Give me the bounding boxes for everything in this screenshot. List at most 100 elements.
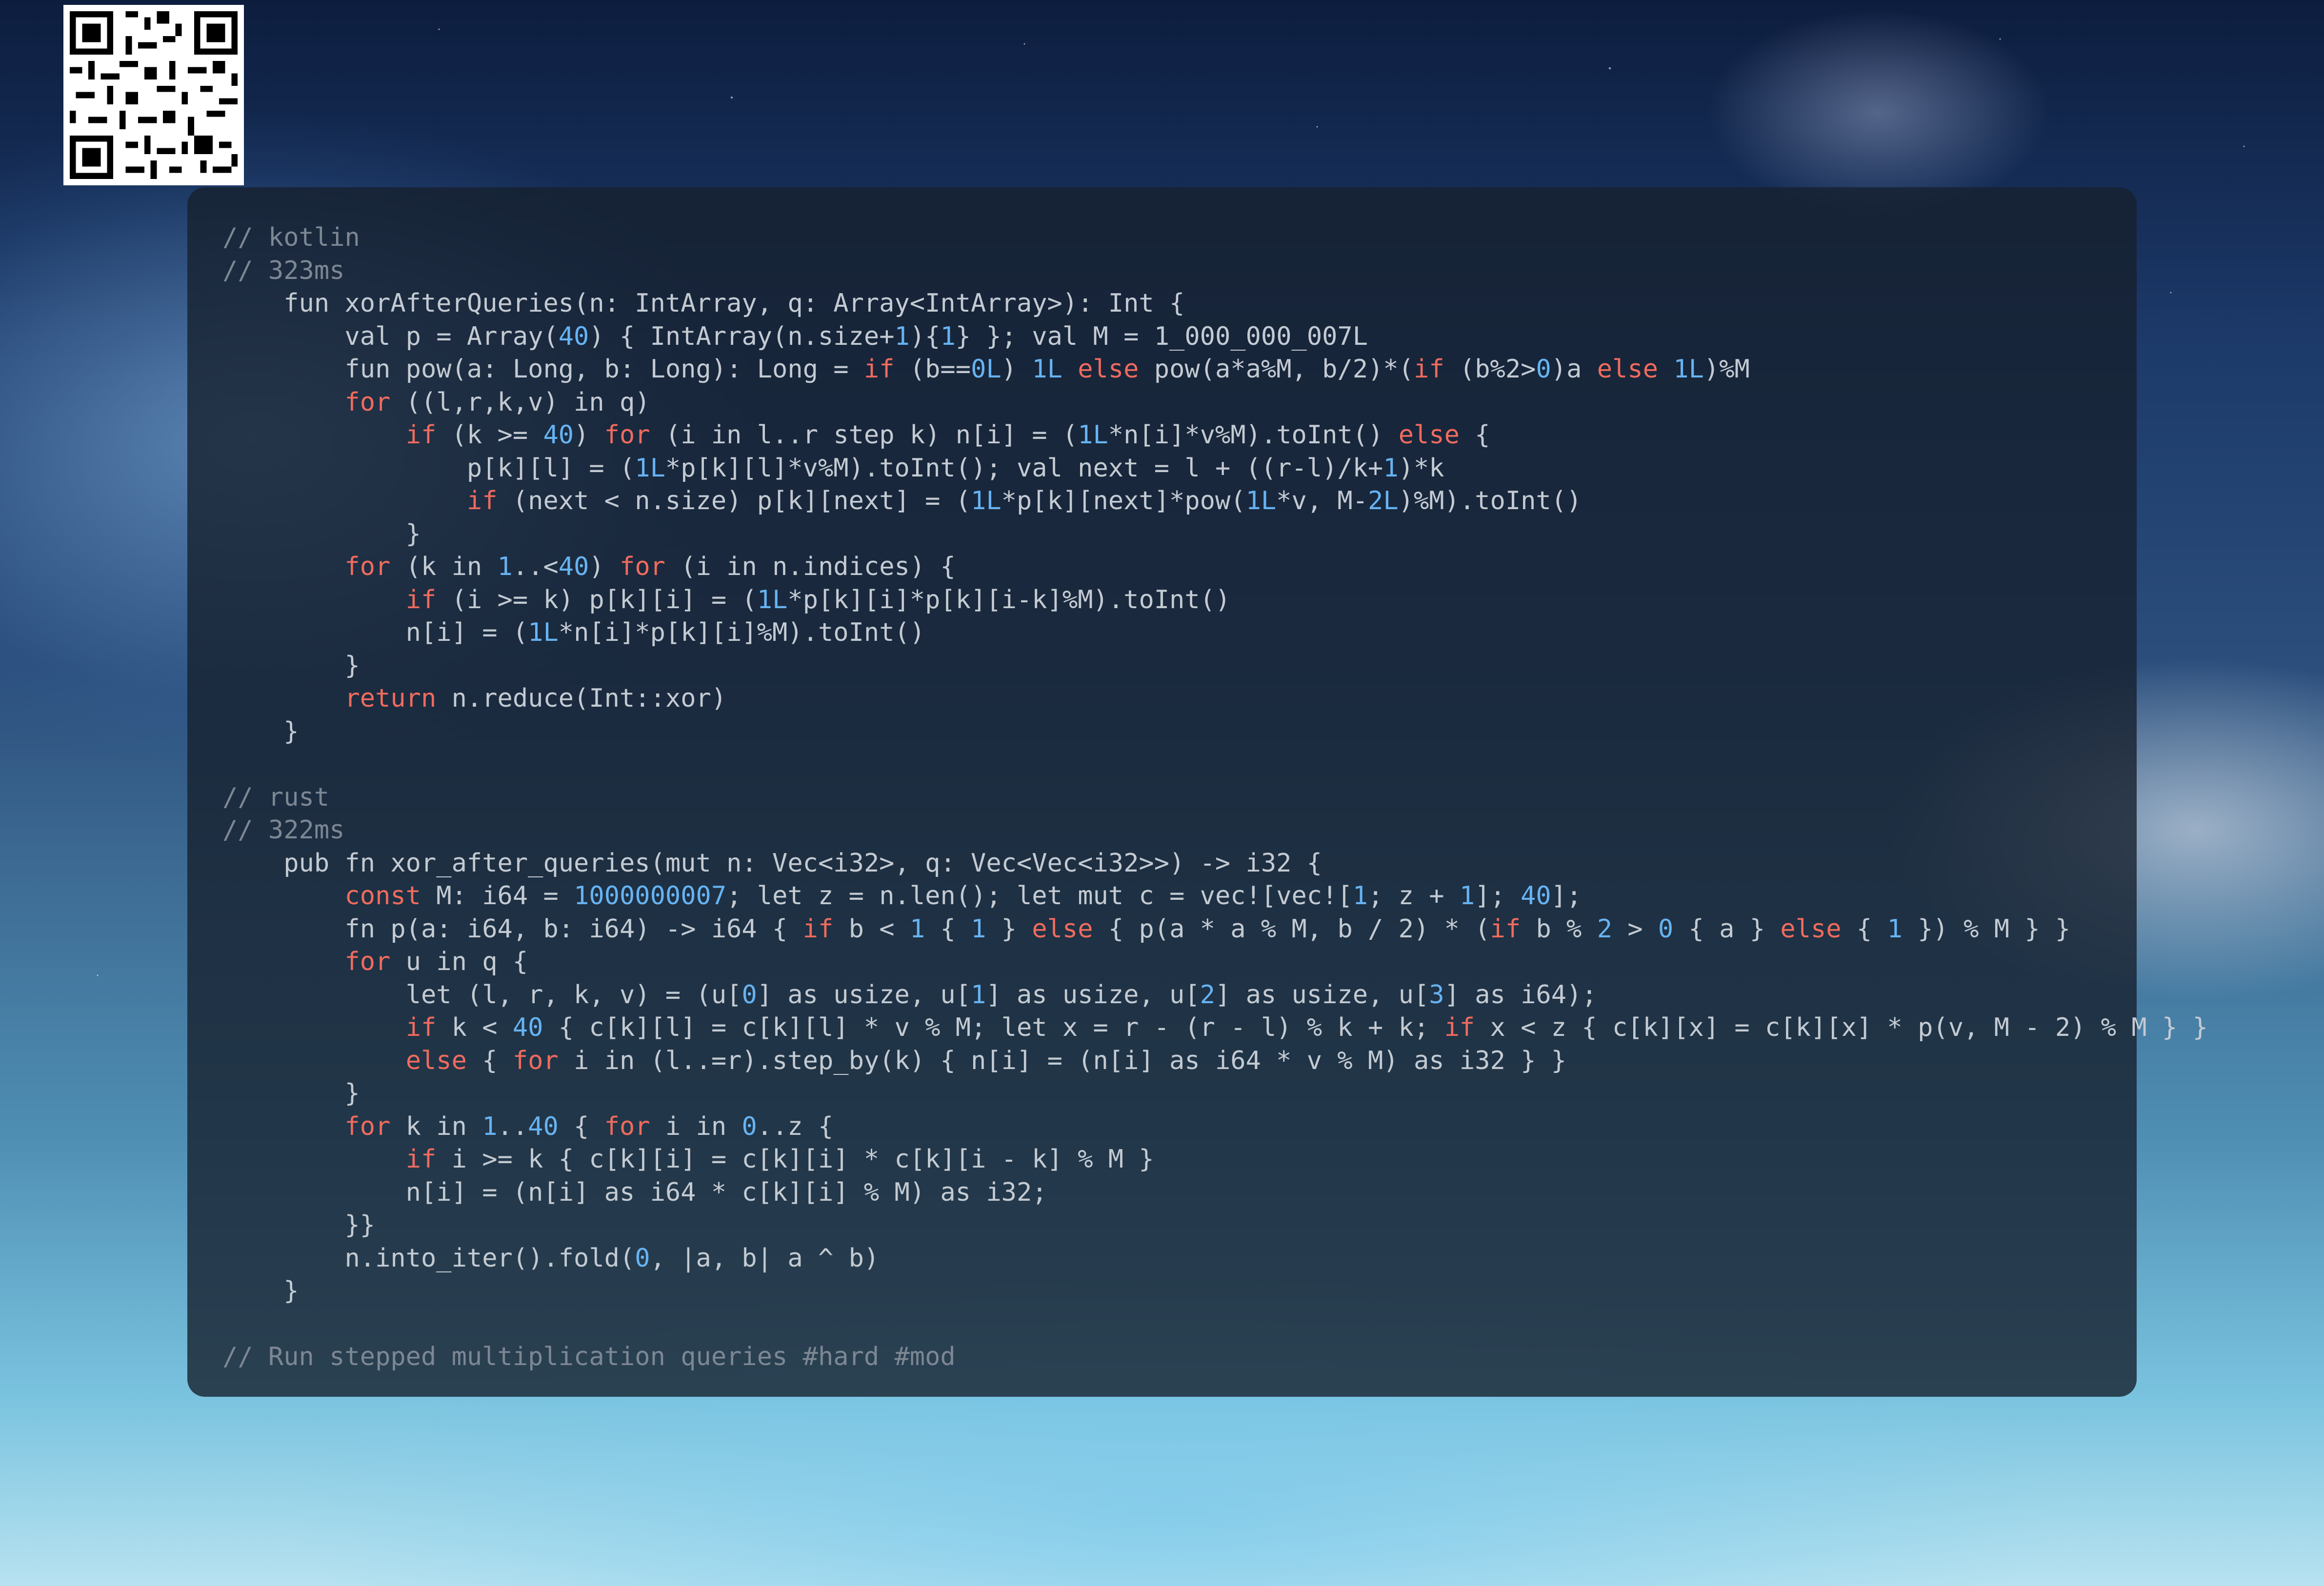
code-line: } (222, 1275, 2137, 1308)
code-keyword: const (344, 881, 421, 911)
code-number: 1 (971, 914, 986, 944)
code-text: { (925, 914, 971, 944)
code-number: 1L (971, 486, 1002, 515)
code-line: fun pow(a: Long, b: Long): Long = if (b=… (222, 353, 2137, 386)
code-line: } (222, 1077, 2137, 1110)
code-number: 1L (1078, 420, 1108, 450)
code-line: if k < 40 { c[k][l] = c[k][l] * v % M; l… (222, 1011, 2208, 1045)
code-text: (b== (894, 355, 971, 384)
code-text: ){ (909, 321, 941, 351)
code-keyword: if (1444, 1013, 1475, 1042)
code-text: fun xorAfterQueries(n: IntArray, q: Arra… (222, 289, 1185, 318)
code-number: 1 (909, 914, 925, 944)
code-number: 40 (558, 552, 589, 581)
code-text: *p[k][next]*pow( (1001, 486, 1246, 515)
code-text: pow(a*a%M, b/2)*( (1139, 355, 1414, 384)
code-keyword: if (405, 585, 437, 615)
code-text: ] as i64); (1444, 980, 1597, 1010)
code-number: 0 (741, 980, 757, 1010)
code-keyword: else (405, 1046, 467, 1075)
code-text: } }; val M = 1_000_000_007L (955, 321, 1368, 351)
code-text: ..z { (757, 1111, 834, 1141)
code-text: (i >= k) p[k][i] = ( (436, 585, 757, 615)
code-number: 2L (1368, 486, 1399, 515)
code-text: }} (222, 1210, 376, 1240)
code-text: ]; (1551, 881, 1582, 911)
code-text: *p[k][l]*v%M).toInt(); val next = l + ((… (665, 453, 1383, 483)
code-text: } (222, 716, 299, 746)
code-text: (k in (390, 552, 498, 581)
code-keyword: for (604, 420, 650, 450)
code-line: for (k in 1..<40) for (i in n.indices) { (222, 551, 2137, 584)
code-line: if (k >= 40) for (i in l..r step k) n[i]… (222, 419, 2137, 452)
code-line: } (222, 715, 2137, 749)
code-text: )%M).toInt() (1398, 486, 1582, 515)
code-text: )a (1551, 355, 1597, 384)
code-line: val p = Array(40) { IntArray(n.size+1){1… (222, 320, 2137, 354)
code-keyword: if (405, 1013, 437, 1042)
code-text: n.into_iter().fold( (222, 1243, 635, 1273)
code-line: // 323ms (222, 255, 2137, 288)
code-text: )*k (1398, 453, 1444, 483)
code-line: if (next < n.size) p[k][next] = (1L*p[k]… (222, 485, 2137, 518)
code-text: fun pow(a: Long, b: Long): Long = (222, 355, 864, 384)
code-line: for k in 1..40 { for i in 0..z { (222, 1110, 2137, 1144)
code-text: let (l, r, k, v) = (u[ (222, 980, 742, 1010)
code-comment: // kotlin (222, 223, 360, 252)
code-keyword: else (1398, 420, 1460, 450)
code-keyword: for (344, 1111, 391, 1141)
code-text: { (1459, 420, 1490, 450)
code-text: ] as usize, u[ (1215, 980, 1429, 1010)
code-number: 0 (635, 1243, 650, 1273)
code-keyword: else (1032, 914, 1093, 944)
code-line: } (222, 650, 2137, 683)
code-text: x < z { c[k][x] = c[k][x] * p(v, M - 2) … (1475, 1013, 2208, 1042)
code-text: b % (1521, 914, 1597, 944)
code-keyword: for (344, 387, 391, 417)
code-number: 0 (1658, 914, 1674, 944)
code-text: { p(a * a % M, b / 2) * ( (1093, 914, 1490, 944)
code-text: { (466, 1046, 513, 1075)
code-keyword: if (1490, 914, 1521, 944)
code-number: 40 (512, 1013, 543, 1042)
code-keyword: if (405, 1145, 437, 1174)
code-text: > (1612, 914, 1658, 944)
code-number: 3 (1429, 980, 1444, 1010)
code-text: fn p(a: i64, b: i64) -> i64 { (222, 914, 803, 944)
code-number: 1 (894, 321, 910, 351)
code-line: fun xorAfterQueries(n: IntArray, q: Arra… (222, 287, 2137, 320)
code-number: 0 (1536, 355, 1551, 384)
code-number: 1 (1459, 881, 1475, 911)
code-line: return n.reduce(Int::xor) (222, 682, 2137, 715)
code-line: for u in q { (222, 946, 2137, 979)
code-keyword: for (512, 1046, 559, 1075)
code-text: .. (497, 1111, 528, 1141)
code-panel: // kotlin // 323ms fun xorAfterQueries(n:… (187, 187, 2208, 1397)
code-text: k in (390, 1111, 482, 1141)
code-text: i >= k { c[k][i] = c[k][i] * c[k][i - k]… (436, 1145, 1154, 1174)
code-keyword: return (344, 684, 437, 713)
code-text: val p = Array( (222, 321, 559, 351)
code-number: 2 (1597, 914, 1612, 944)
code-text: { (558, 1111, 604, 1141)
code-number: 1L (1673, 355, 1704, 384)
code-text: )%M (1703, 355, 1750, 384)
code-number: 1L (1032, 355, 1062, 384)
code-number: 0 (741, 1111, 757, 1141)
code-line: else { for i in (l..=r).step_by(k) { n[i… (222, 1045, 2137, 1078)
code-number: 1L (757, 585, 788, 615)
code-line: const M: i64 = 1000000007; let z = n.len… (222, 880, 2137, 913)
code-line: n[i] = (1L*n[i]*p[k][i]%M).toInt() (222, 616, 2137, 650)
code-comment: // rust (222, 782, 330, 812)
code-text: *n[i]*v%M).toInt() (1108, 420, 1399, 450)
code-line: fn p(a: i64, b: i64) -> i64 { if b < 1 {… (222, 913, 2137, 946)
